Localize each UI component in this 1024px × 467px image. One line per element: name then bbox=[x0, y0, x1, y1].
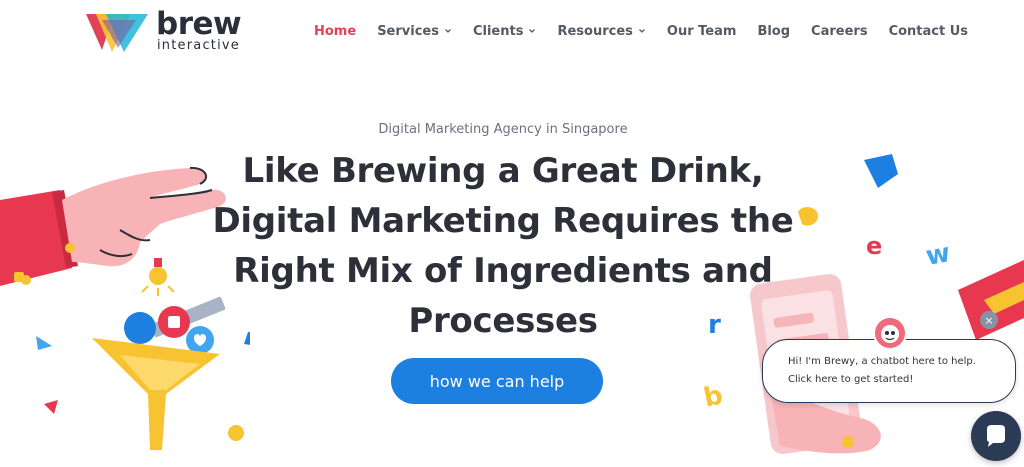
nav-item-careers[interactable]: Careers bbox=[811, 24, 868, 39]
decor-letter-b: b bbox=[701, 380, 726, 414]
chat-bubble-icon bbox=[987, 425, 1005, 447]
nav-item-label: Contact Us bbox=[888, 23, 969, 39]
nav-item-contact-us[interactable]: Contact Us bbox=[889, 24, 968, 39]
brand-subname: interactive bbox=[157, 38, 241, 53]
nav-item-home[interactable]: Home bbox=[314, 24, 356, 39]
how-we-can-help-button[interactable]: how we can help bbox=[391, 358, 603, 404]
chatbot-avatar bbox=[873, 316, 907, 350]
headline-line: Digital Marketing Requires the bbox=[212, 201, 794, 241]
chevron-down-icon bbox=[529, 29, 536, 33]
brewy-avatar-icon bbox=[881, 325, 899, 343]
headline-line: Right Mix of Ingredients and bbox=[233, 251, 773, 291]
nav-item-label: Services bbox=[377, 23, 439, 39]
lightbulb-icon bbox=[141, 258, 175, 296]
brand-logo[interactable]: brew interactive bbox=[84, 6, 254, 56]
main-nav: Home Services Clients Resources Our Team… bbox=[314, 21, 968, 41]
nav-item-label: Careers bbox=[811, 23, 868, 39]
decor-letter-w: w bbox=[923, 238, 953, 272]
chatbot-message-line: Click here to get started! bbox=[788, 374, 914, 385]
hero-eyebrow: Digital Marketing Agency in Singapore bbox=[378, 122, 628, 137]
like-icon bbox=[158, 306, 190, 338]
decor-letter-e: e bbox=[866, 232, 883, 260]
nav-item-label: Resources bbox=[557, 23, 633, 39]
nav-item-label: Clients bbox=[472, 23, 524, 39]
nav-item-blog[interactable]: Blog bbox=[757, 24, 790, 39]
nav-item-clients[interactable]: Clients bbox=[473, 24, 536, 39]
cta-label: how we can help bbox=[429, 371, 565, 391]
chatbot-message-line: Hi! I'm Brewy, a chatbot here to help. bbox=[788, 356, 976, 367]
nav-item-services[interactable]: Services bbox=[377, 24, 452, 39]
nav-item-label: Home bbox=[314, 23, 357, 39]
nav-item-label: Blog bbox=[757, 23, 791, 39]
brew-logo-mark-icon bbox=[86, 14, 148, 52]
nav-item-resources[interactable]: Resources bbox=[557, 24, 645, 39]
close-icon: × bbox=[984, 313, 994, 327]
chevron-down-icon bbox=[638, 29, 645, 33]
site-header: brew interactive Home Services Clients R… bbox=[0, 0, 1024, 62]
chatbot-close-button[interactable]: × bbox=[980, 311, 998, 329]
chatbot-launcher-button[interactable] bbox=[971, 411, 1021, 461]
funnel-icon bbox=[92, 338, 220, 450]
headline-line: Like Brewing a Great Drink, bbox=[242, 151, 764, 191]
brand-name: brew bbox=[156, 6, 242, 42]
chevron-down-icon bbox=[445, 29, 451, 33]
nav-item-our-team[interactable]: Our Team bbox=[667, 24, 737, 39]
nav-item-label: Our Team bbox=[666, 23, 737, 39]
hero-headline: Like Brewing a Great Drink, Digital Mark… bbox=[190, 146, 816, 346]
headline-line: Processes bbox=[408, 301, 598, 341]
